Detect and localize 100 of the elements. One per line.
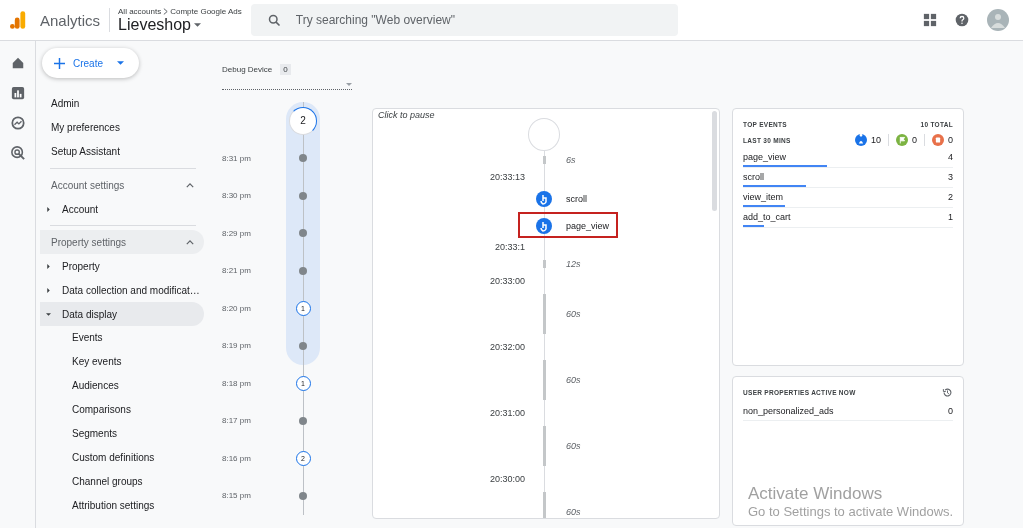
minute-label: 8:20 pm <box>222 302 252 313</box>
caret-icon <box>194 22 201 27</box>
plus-icon <box>54 57 65 69</box>
event-name[interactable]: scroll <box>560 193 587 204</box>
chevron-icon <box>186 182 194 188</box>
apps-grid-icon[interactable] <box>923 13 937 27</box>
property-value: 0 <box>948 406 953 416</box>
sidebar-item[interactable]: Admin <box>40 92 204 116</box>
gap-duration: 60s <box>565 441 581 451</box>
property-selector[interactable]: Lieveshop <box>118 15 242 34</box>
expand-arrow-icon <box>46 206 51 212</box>
minute-dot[interactable] <box>299 416 307 425</box>
touch-icon[interactable] <box>536 217 552 234</box>
minute-label: 8:19 pm <box>222 340 252 350</box>
chevron-right-icon <box>163 7 169 15</box>
target-icon[interactable] <box>10 146 25 160</box>
sidebar-subitem[interactable]: Audiences <box>40 374 204 398</box>
sidebar-subitem[interactable]: Custom definitions <box>40 446 204 470</box>
breadcrumb-link[interactable]: All accounts <box>118 6 162 16</box>
event-count: 1 <box>948 212 953 222</box>
event-name[interactable]: page_view <box>560 220 610 231</box>
minute-label: 8:31 pm <box>222 152 252 163</box>
search-field[interactable]: Try searching "Web overview" <box>250 4 678 36</box>
event-name[interactable]: scroll <box>743 172 764 182</box>
sidebar-subitem[interactable]: Key events <box>40 350 204 374</box>
section-header[interactable]: Property settings <box>40 230 204 254</box>
event-name[interactable]: view_item <box>743 192 783 202</box>
event-count: 4 <box>948 152 953 162</box>
counter-value: 10 <box>870 135 881 145</box>
timestamp: 20:33:1 <box>493 242 526 252</box>
explore-icon[interactable] <box>10 116 25 130</box>
activation-notice-text: Go to Settings to activate Windows. <box>748 504 954 519</box>
minute-label: 8:29 pm <box>222 227 252 238</box>
minute-dot[interactable] <box>299 191 307 200</box>
sidebar-item[interactable]: My preferences <box>40 116 204 140</box>
minute-dot[interactable] <box>299 491 307 500</box>
expand-arrow-icon <box>46 263 51 269</box>
timestamp: 20:33:00 <box>488 276 526 286</box>
search-input[interactable]: Try searching "Web overview" <box>293 12 678 28</box>
minute-label: 8:30 pm <box>222 190 252 200</box>
help-icon[interactable] <box>955 13 969 27</box>
sidebar-subitem[interactable]: Segments <box>40 422 204 446</box>
timestamp: 20:31:00 <box>488 408 526 418</box>
minute-label: 8:18 pm <box>222 377 252 388</box>
property-name: non_personalized_ads <box>743 406 834 416</box>
gap-segment <box>542 492 546 518</box>
gap-duration: 6s <box>565 155 576 165</box>
minute-label: 8:17 pm <box>222 415 252 425</box>
gap-segment <box>542 260 546 268</box>
timestamp: 20:30:00 <box>488 474 526 484</box>
event-name[interactable]: add_to_cart <box>743 212 791 222</box>
event-count-badge[interactable]: 2 <box>289 106 317 135</box>
gap-segment <box>542 156 546 164</box>
minute-dot[interactable] <box>299 154 307 163</box>
sidebar-subitem[interactable]: Events <box>40 326 204 350</box>
expand-arrow-icon <box>46 287 51 293</box>
sidebar-item[interactable]: Setup Assistant <box>40 140 204 164</box>
gap-duration: 60s <box>565 507 581 517</box>
debug-device-label: Debug Device <box>222 65 273 74</box>
pause-hint[interactable]: Click to pause <box>378 110 435 120</box>
touch-icon[interactable] <box>536 190 552 207</box>
activation-notice-title: Activate Windows <box>748 484 884 504</box>
gap-segment <box>542 360 546 400</box>
search-icon <box>266 12 282 28</box>
gap-duration: 60s <box>565 309 581 319</box>
sidebar-item[interactable]: Data collection and modificat… <box>40 278 204 302</box>
section-header[interactable]: Account settings <box>40 173 204 197</box>
gap-duration: 60s <box>565 375 581 385</box>
timestamp: 20:32:00 <box>488 342 526 352</box>
bar-chart-icon[interactable] <box>10 86 25 100</box>
minute-dot[interactable] <box>299 341 307 350</box>
breadcrumb-link[interactable]: Compte Google Ads <box>170 6 242 16</box>
minute-label: 8:16 pm <box>222 452 252 463</box>
sidebar-item[interactable]: Data display <box>40 302 204 326</box>
event-name[interactable]: page_view <box>743 152 787 162</box>
counter-value: 0 <box>948 135 953 145</box>
event-count: 2 <box>948 192 953 202</box>
product-name: Analytics <box>40 11 101 29</box>
gap-duration: 12s <box>565 259 581 269</box>
history-icon[interactable] <box>942 386 953 398</box>
minute-dot[interactable] <box>299 229 307 238</box>
gap-segment <box>542 426 546 466</box>
home-icon[interactable] <box>10 56 25 70</box>
gap-segment <box>542 294 546 334</box>
minute-label: 8:15 pm <box>222 490 252 500</box>
sidebar-subitem[interactable]: Channel groups <box>40 470 204 494</box>
minute-label: 8:21 pm <box>222 265 252 275</box>
sidebar-item[interactable]: Property <box>40 254 204 278</box>
analytics-logo-icon <box>10 10 26 30</box>
sidebar-subitem[interactable]: Attribution settings <box>40 494 204 518</box>
event-count: 3 <box>948 172 953 182</box>
device-count-badge: 0 <box>280 64 291 75</box>
sidebar-subitem[interactable]: Comparisons <box>40 398 204 422</box>
sidebar-item[interactable]: Account <box>40 197 204 221</box>
create-button[interactable]: Create <box>42 48 139 78</box>
counter-value: 0 <box>911 135 917 145</box>
chevron-icon <box>186 239 194 245</box>
scrollbar[interactable] <box>712 111 717 211</box>
minute-dot[interactable] <box>299 266 307 275</box>
caret-icon <box>117 61 124 65</box>
